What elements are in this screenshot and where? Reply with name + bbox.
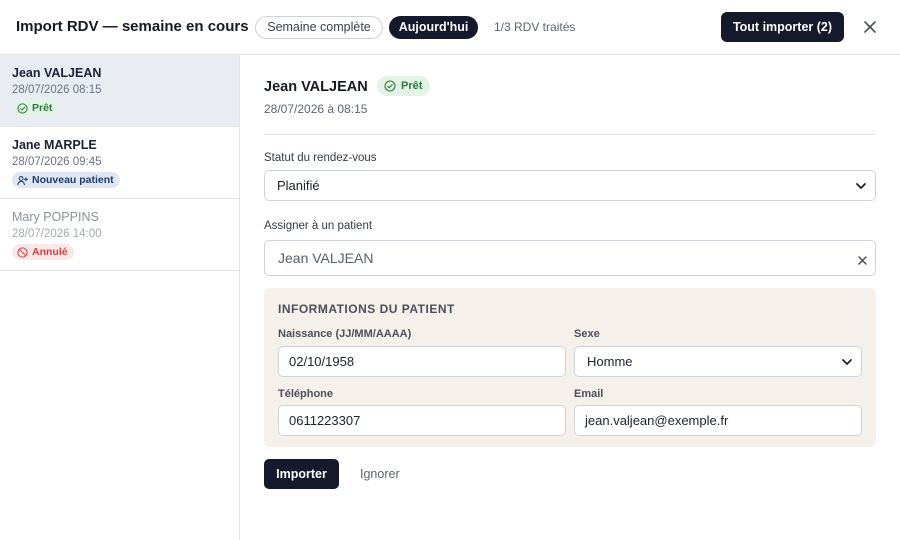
import-button[interactable]: Importer	[264, 459, 339, 489]
badge-label: Prêt	[401, 80, 423, 92]
chevron-down-icon	[856, 183, 866, 189]
appointment-date: 28/07/2026 09:45	[12, 156, 102, 168]
sex-label: Sexe	[574, 328, 600, 340]
divider	[264, 134, 876, 135]
ignore-button[interactable]: Ignorer	[360, 467, 400, 481]
import-all-button[interactable]: Tout importer (2)	[721, 12, 844, 42]
status-select-value: Planifié	[277, 178, 320, 193]
ban-icon	[17, 246, 28, 258]
sex-select-value: Homme	[587, 354, 633, 369]
appointment-date: 28/07/2026 14:00	[12, 228, 102, 240]
appointment-detail: Jean VALJEAN Prêt 28/07/2026 à 08:15 Sta…	[240, 55, 900, 540]
phone-value: 0611223307	[289, 413, 361, 428]
appointment-date: 28/07/2026 08:15	[12, 84, 102, 96]
email-label: Email	[574, 388, 604, 400]
status-select[interactable]: Planifié	[264, 170, 876, 201]
birthdate-field[interactable]: 02/10/1958	[278, 346, 566, 377]
appointment-name: Mary POPPINS	[12, 210, 99, 224]
appointment-name: Jean VALJEAN	[12, 66, 102, 80]
patient-info-title: INFORMATIONS DU PATIENT	[278, 302, 455, 316]
modal-header: Import RDV — semaine en cours Semaine co…	[0, 0, 900, 55]
badge-label: Annulé	[32, 246, 68, 258]
appointment-item-marple[interactable]: Jane MARPLE 28/07/2026 09:45 Nouveau pat…	[0, 127, 239, 199]
appointment-list: Jean VALJEAN 28/07/2026 08:15 Prêt Jane …	[0, 55, 240, 540]
detail-patient-name: Jean VALJEAN	[264, 79, 368, 95]
chevron-down-icon	[842, 359, 852, 365]
filter-today-button[interactable]: Aujourd'hui	[389, 16, 478, 39]
patient-search-input[interactable]: Jean VALJEAN	[264, 240, 876, 276]
status-label: Statut du rendez-vous	[264, 152, 377, 164]
phone-label: Téléphone	[278, 388, 334, 400]
clear-patient-button[interactable]	[857, 253, 868, 265]
email-field[interactable]: jean.valjean@exemple.fr	[574, 405, 862, 436]
detail-date: 28/07/2026 à 08:15	[264, 102, 368, 116]
appointment-name: Jane MARPLE	[12, 138, 97, 152]
status-badge-new-patient: Nouveau patient	[12, 172, 120, 188]
modal-title: Import RDV — semaine en cours	[16, 18, 249, 35]
filter-week-button[interactable]: Semaine complète	[255, 16, 383, 39]
check-circle-icon	[384, 80, 396, 92]
assign-label: Assigner à un patient	[264, 220, 373, 232]
birthdate-value: 02/10/1958	[289, 354, 355, 369]
birthdate-label: Naissance (JJ/MM/AAAA)	[278, 328, 412, 340]
email-value: jean.valjean@exemple.fr	[585, 413, 729, 428]
appointment-item-poppins[interactable]: Mary POPPINS 28/07/2026 14:00 Annulé	[0, 199, 239, 271]
sex-select[interactable]: Homme	[574, 346, 862, 377]
close-button[interactable]	[860, 17, 880, 37]
user-plus-icon	[17, 175, 28, 185]
check-circle-icon	[17, 102, 28, 114]
detail-status-badge: Prêt	[377, 76, 431, 96]
patient-info-panel: INFORMATIONS DU PATIENT Naissance (JJ/MM…	[264, 288, 876, 447]
clear-icon	[858, 256, 867, 265]
close-icon	[864, 21, 876, 33]
appointment-item-valjean[interactable]: Jean VALJEAN 28/07/2026 08:15 Prêt	[0, 55, 239, 127]
badge-label: Nouveau patient	[32, 174, 114, 186]
status-badge-cancelled: Annulé	[12, 244, 74, 260]
badge-label: Prêt	[32, 102, 53, 114]
processed-count: 1/3 RDV traités	[494, 20, 576, 34]
status-badge-ready: Prêt	[12, 100, 59, 116]
phone-field[interactable]: 0611223307	[278, 405, 566, 436]
patient-search-value: Jean VALJEAN	[278, 250, 374, 266]
